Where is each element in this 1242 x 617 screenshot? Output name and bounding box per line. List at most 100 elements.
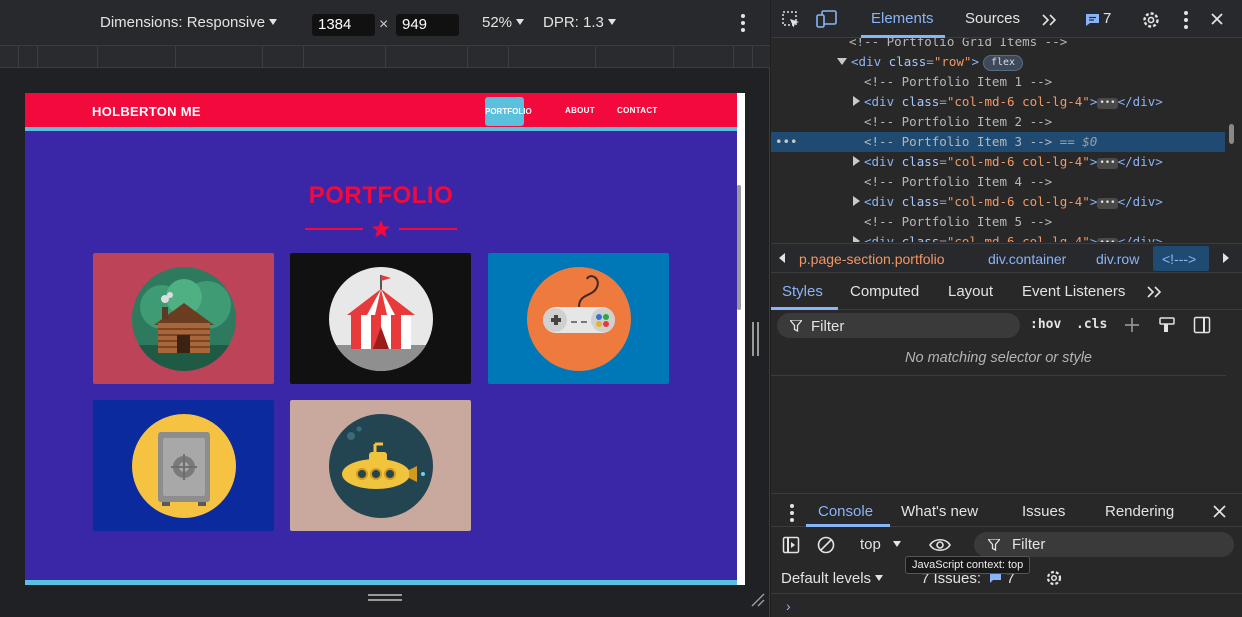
row-actions-dots[interactable]: ••• — [775, 132, 798, 152]
breadcrumb-item[interactable]: p.page-section.portfolio — [799, 251, 945, 267]
emulated-viewport[interactable]: HOLBERTON ME PORTFOLIO ABOUT CONTACT POR… — [25, 93, 745, 585]
dimensions-dropdown[interactable]: Dimensions: Responsive — [100, 14, 278, 31]
tag-close: </div> — [1117, 194, 1163, 209]
nav-about-link[interactable]: ABOUT — [565, 106, 595, 115]
toggle-sidebar-icon[interactable] — [1193, 316, 1211, 334]
expand-triangle-icon[interactable] — [853, 156, 860, 166]
add-rule-icon[interactable] — [1124, 317, 1142, 335]
viewport-scrollbar[interactable] — [737, 185, 741, 310]
dom-comment-selected[interactable]: ••• <!-- Portfolio Item 3 --> == $0 — [771, 132, 1225, 152]
width-input[interactable]: 1384 — [312, 14, 375, 36]
breadcrumb-scroll-left-icon[interactable] — [779, 253, 785, 263]
dom-comment[interactable]: <!-- Portfolio Item 4 --> — [771, 172, 1225, 192]
dom-node-col[interactable]: <div class="col-md-6 col-lg-4">•••</div> — [771, 152, 1225, 172]
expand-triangle-icon[interactable] — [853, 236, 860, 242]
expand-triangle-icon[interactable] — [853, 96, 860, 106]
dom-tree[interactable]: <!-- Portfolio Grid Items --> <div class… — [771, 38, 1242, 242]
paint-brush-icon[interactable] — [1158, 316, 1176, 334]
dom-node-row[interactable]: <div class="row"> flex — [771, 52, 1225, 72]
dom-node-col[interactable]: <div class="col-md-6 col-lg-4">•••</div> — [771, 192, 1225, 212]
dom-tree-scrollbar[interactable] — [1229, 124, 1234, 144]
attr-name: class — [901, 94, 940, 109]
star-divider — [305, 220, 457, 238]
tab-computed[interactable]: Computed — [850, 283, 919, 300]
tab-elements[interactable]: Elements — [871, 10, 934, 27]
resize-handle-bottom[interactable] — [368, 594, 402, 604]
tab-whats-new[interactable]: What's new — [901, 503, 978, 520]
breadcrumb-item[interactable]: div.row — [1096, 251, 1139, 267]
settings-gear-icon[interactable] — [1141, 10, 1161, 30]
attr-value: "col-md-6 col-lg-4" — [946, 94, 1090, 109]
active-tab-underline — [806, 524, 890, 527]
live-expression-eye-icon[interactable] — [929, 537, 951, 553]
more-tabs-icon[interactable] — [1041, 13, 1057, 27]
attr-name: class — [901, 234, 940, 242]
tab-rendering[interactable]: Rendering — [1105, 503, 1174, 520]
dom-comment[interactable]: <!-- Portfolio Grid Items --> — [771, 38, 1225, 52]
portfolio-item-4[interactable] — [93, 400, 274, 531]
issues-count[interactable]: 7 — [1103, 10, 1111, 27]
tab-styles[interactable]: Styles — [782, 283, 823, 300]
selected-node-marker: == $0 — [1052, 134, 1098, 149]
more-tabs-icon[interactable] — [1146, 285, 1162, 299]
issues-message-icon[interactable] — [1085, 13, 1100, 27]
inspect-element-icon[interactable] — [781, 10, 801, 30]
portfolio-item-5[interactable] — [290, 400, 471, 531]
context-selector[interactable]: top — [860, 536, 901, 553]
more-options-icon[interactable] — [1183, 10, 1189, 32]
cls-toggle[interactable]: .cls — [1076, 317, 1107, 332]
drawer-menu-icon[interactable] — [789, 503, 795, 525]
dom-comment[interactable]: <!-- Portfolio Item 2 --> — [771, 112, 1225, 132]
breadcrumb-item[interactable]: div.container — [988, 251, 1066, 267]
resize-corner-icon[interactable] — [748, 590, 766, 608]
portfolio-item-3[interactable] — [488, 253, 669, 384]
tab-console[interactable]: Console — [818, 503, 873, 520]
portfolio-item-2[interactable] — [290, 253, 471, 384]
console-filter-input[interactable]: Filter — [974, 532, 1234, 557]
collapsed-ellipsis[interactable]: ••• — [1097, 198, 1118, 209]
filter-funnel-icon — [790, 320, 802, 332]
dom-comment[interactable]: <!-- Portfolio Item 1 --> — [771, 72, 1225, 92]
collapsed-ellipsis[interactable]: ••• — [1097, 158, 1118, 169]
flex-badge[interactable]: flex — [982, 55, 1024, 71]
portfolio-item-1[interactable] — [93, 253, 274, 384]
device-toolbar-icon[interactable] — [816, 9, 838, 29]
tab-event-listeners[interactable]: Event Listeners — [1022, 283, 1125, 300]
expand-triangle-icon[interactable] — [853, 196, 860, 206]
tag-open: <div — [864, 234, 902, 242]
hov-toggle[interactable]: :hov — [1030, 317, 1061, 332]
comment-text: <!-- Portfolio Item 3 --> — [864, 134, 1053, 149]
expand-triangle-icon[interactable] — [837, 58, 847, 65]
dom-comment[interactable]: <!-- Portfolio Item 5 --> — [771, 212, 1225, 232]
height-input[interactable]: 949 — [396, 14, 459, 36]
close-icon[interactable] — [1210, 12, 1224, 26]
clear-console-icon[interactable] — [817, 536, 835, 554]
console-settings-gear-icon[interactable] — [1045, 569, 1063, 587]
nav-contact-link[interactable]: CONTACT — [617, 106, 658, 115]
dom-node-col[interactable]: <div class="col-md-6 col-lg-4">•••</div> — [771, 92, 1225, 112]
nav-portfolio-link[interactable]: PORTFOLIO — [485, 97, 532, 126]
more-options-icon[interactable] — [740, 13, 746, 33]
site-brand[interactable]: HOLBERTON ME — [92, 104, 201, 119]
star-icon — [372, 220, 390, 238]
resize-handle-right[interactable] — [752, 322, 762, 356]
collapsed-ellipsis[interactable]: ••• — [1097, 238, 1118, 242]
log-levels-dropdown[interactable]: Default levels — [781, 570, 884, 587]
collapsed-ellipsis[interactable]: ••• — [1097, 98, 1118, 109]
breadcrumb-item-selected[interactable]: <!---> — [1162, 251, 1196, 267]
close-drawer-icon[interactable] — [1213, 505, 1226, 518]
tab-sources[interactable]: Sources — [965, 10, 1020, 27]
styles-filter-input[interactable]: Filter — [777, 313, 1020, 338]
dom-node-col[interactable]: <div class="col-md-6 col-lg-4">•••</div> — [771, 232, 1225, 242]
divider — [771, 375, 1226, 376]
show-sidebar-icon[interactable] — [782, 536, 800, 554]
context-tooltip: JavaScript context: top — [905, 556, 1031, 574]
zoom-dropdown[interactable]: 52% — [482, 14, 525, 31]
tab-issues[interactable]: Issues — [1022, 503, 1065, 520]
comment-text: <!-- Portfolio Item 4 --> — [864, 174, 1053, 189]
dpr-dropdown[interactable]: DPR: 1.3 — [543, 14, 616, 31]
tab-layout[interactable]: Layout — [948, 283, 993, 300]
breadcrumb-scroll-right-icon[interactable] — [1223, 253, 1229, 263]
site-navbar: HOLBERTON ME PORTFOLIO ABOUT CONTACT — [25, 93, 737, 131]
console-prompt[interactable]: › — [786, 598, 791, 614]
